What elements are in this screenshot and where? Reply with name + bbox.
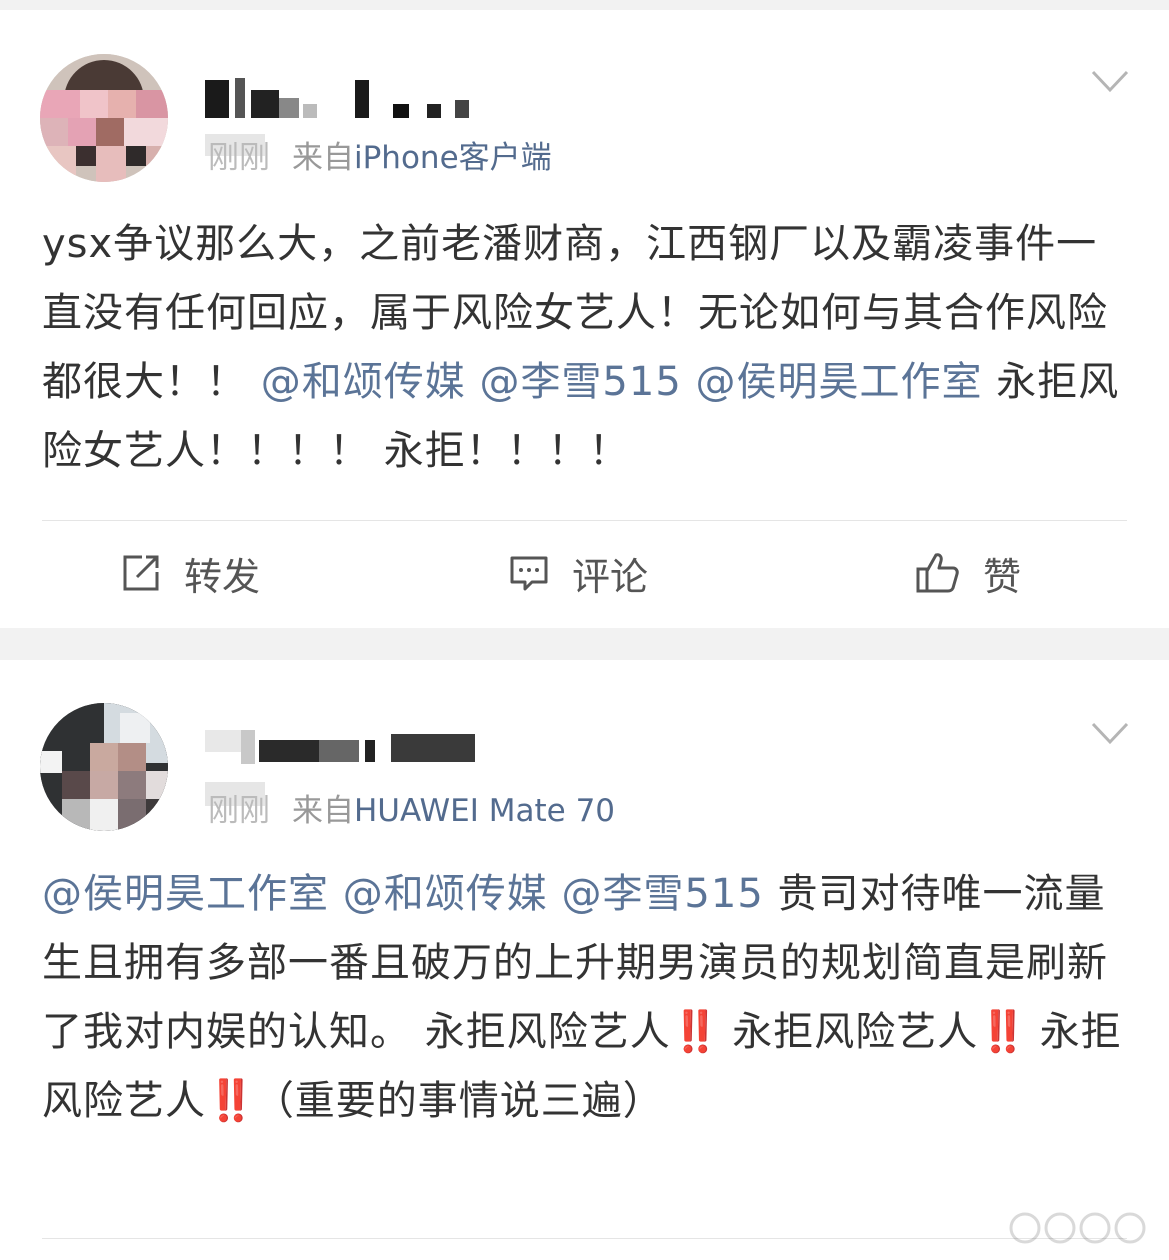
chevron-down-icon[interactable] — [1091, 720, 1129, 748]
divider — [42, 1238, 1127, 1239]
mention-link[interactable]: @和颂传媒 — [261, 359, 466, 405]
post-text: 永拒风险艺人 — [718, 1009, 979, 1055]
post-source[interactable]: iPhone客户端 — [354, 140, 552, 176]
weibo-post: 刚刚 来自HUAWEI Mate 70 @侯明昊工作室 @和颂传媒 @李雪515 … — [0, 660, 1169, 1260]
post-text — [682, 359, 696, 405]
like-button[interactable]: 赞 — [915, 548, 1022, 599]
watermark — [1005, 1208, 1155, 1248]
comment-button[interactable]: 评论 — [508, 548, 649, 599]
post-text: （重要的事情说三遍） — [253, 1078, 664, 1124]
post-content: @侯明昊工作室 @和颂传媒 @李雪515 贵司对待唯一流量生且拥有多部一番且破万… — [42, 860, 1132, 1136]
source-prefix: 来自 — [292, 140, 354, 176]
repost-button[interactable]: 转发 — [120, 548, 261, 599]
repost-label: 转发 — [184, 554, 261, 599]
divider — [42, 520, 1127, 521]
username-redacted[interactable] — [205, 70, 485, 120]
mention-link[interactable]: @和颂传媒 — [343, 871, 548, 917]
repost-icon — [123, 555, 159, 591]
post-time: 刚刚 — [208, 793, 270, 829]
mention-link[interactable]: @侯明昊工作室 — [696, 359, 983, 405]
comment-icon — [510, 556, 548, 591]
avatar[interactable] — [40, 54, 168, 182]
double-exclamation-icon: ‼️ — [978, 1009, 1028, 1055]
source-prefix: 来自 — [292, 793, 354, 829]
like-icon — [916, 553, 959, 593]
mention-link[interactable]: @李雪515 — [561, 871, 763, 917]
post-text — [329, 871, 343, 917]
post-source[interactable]: HUAWEI Mate 70 — [354, 793, 615, 829]
chevron-down-icon[interactable] — [1091, 68, 1129, 96]
post-meta: 刚刚 来自iPhone客户端 — [208, 132, 552, 177]
double-exclamation-icon: ‼️ — [206, 1078, 256, 1124]
action-bar: 转发 评论 赞 — [0, 522, 1169, 626]
post-text — [548, 871, 562, 917]
avatar[interactable] — [40, 703, 168, 831]
comment-label: 评论 — [572, 554, 649, 599]
mention-link[interactable]: @侯明昊工作室 — [42, 871, 329, 917]
mention-link[interactable]: @李雪515 — [479, 359, 681, 405]
weibo-post: 刚刚 来自iPhone客户端 ysx争议那么大，之前老潘财商，江西钢厂以及霸凌事件… — [0, 10, 1169, 628]
post-meta: 刚刚 来自HUAWEI Mate 70 — [208, 785, 615, 830]
double-exclamation-icon: ‼️ — [670, 1009, 721, 1055]
post-text — [466, 359, 480, 405]
post-time: 刚刚 — [208, 140, 270, 176]
username-redacted[interactable] — [205, 718, 485, 768]
post-content: ysx争议那么大，之前老潘财商，江西钢厂以及霸凌事件一直没有任何回应，属于风险女… — [42, 210, 1132, 486]
like-label: 赞 — [983, 554, 1022, 599]
